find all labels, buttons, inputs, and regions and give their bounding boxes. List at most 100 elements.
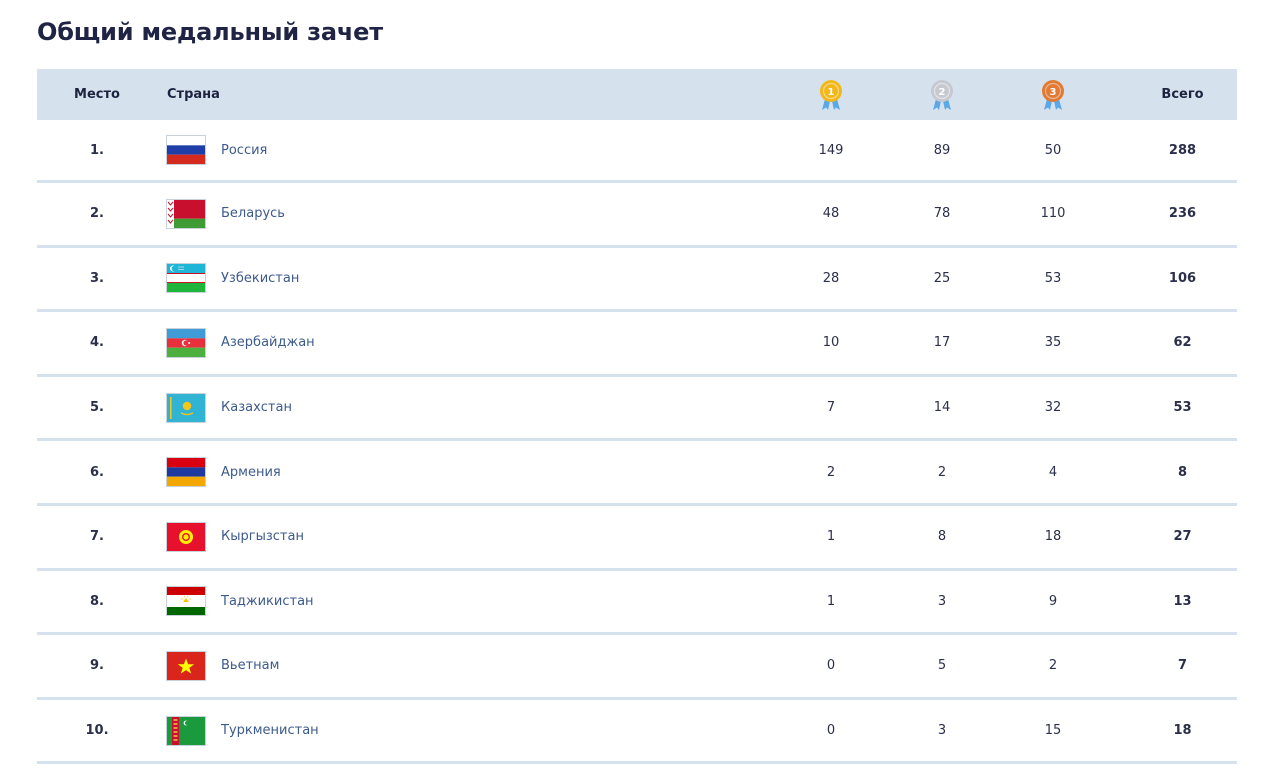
country-link[interactable]: Армения bbox=[221, 465, 281, 480]
gold-count: 10 bbox=[822, 335, 840, 351]
country-cell: Туркменистан bbox=[155, 716, 756, 745]
country-cell: Кыргызстан bbox=[155, 522, 756, 551]
country-link[interactable]: Казахстан bbox=[221, 400, 292, 415]
silver-count: 78 bbox=[933, 206, 951, 222]
silver-count: 8 bbox=[937, 529, 947, 545]
silver-count: 3 bbox=[937, 593, 947, 609]
header-country: Страна bbox=[167, 87, 220, 102]
armenia-flag-icon bbox=[167, 458, 205, 487]
rank-cell: 2. bbox=[90, 206, 104, 222]
country-cell: Вьетнам bbox=[155, 651, 756, 680]
country-cell: Таджикистан bbox=[155, 587, 756, 616]
svg-text:1: 1 bbox=[828, 87, 835, 98]
tajikistan-flag-icon bbox=[167, 587, 205, 616]
gold-count: 0 bbox=[826, 723, 836, 739]
turkmenistan-flag-icon bbox=[167, 716, 205, 745]
country-link[interactable]: Вьетнам bbox=[221, 658, 279, 673]
country-cell: Узбекистан bbox=[155, 264, 756, 293]
total-count: 7 bbox=[1177, 658, 1188, 674]
total-count: 53 bbox=[1173, 400, 1192, 416]
table-row: 6. Армения 2 2 4 8 bbox=[37, 441, 1237, 506]
bronze-count: 50 bbox=[1044, 142, 1062, 158]
bronze-medal-icon: 3 bbox=[1042, 79, 1064, 110]
bronze-count: 53 bbox=[1044, 270, 1062, 286]
country-link[interactable]: Россия bbox=[221, 143, 267, 158]
country-cell: Азербайджан bbox=[155, 328, 756, 357]
silver-count: 3 bbox=[937, 723, 947, 739]
bronze-count: 110 bbox=[1040, 206, 1066, 222]
country-cell: Беларусь bbox=[155, 199, 756, 228]
rank-cell: 7. bbox=[90, 529, 104, 545]
vietnam-flag-icon bbox=[167, 651, 205, 680]
svg-text:2: 2 bbox=[939, 87, 946, 98]
gold-count: 1 bbox=[826, 529, 836, 545]
table-row: 4. Азербайджан 10 17 35 62 bbox=[37, 312, 1237, 377]
country-link[interactable]: Узбекистан bbox=[221, 271, 299, 286]
rank-cell: 10. bbox=[85, 723, 109, 739]
total-count: 8 bbox=[1177, 464, 1188, 480]
total-count: 236 bbox=[1168, 206, 1197, 222]
uzbekistan-flag-icon bbox=[167, 264, 205, 293]
gold-count: 0 bbox=[826, 658, 836, 674]
country-link[interactable]: Туркменистан bbox=[221, 723, 319, 738]
total-count: 288 bbox=[1168, 142, 1197, 158]
silver-count: 5 bbox=[937, 658, 947, 674]
table-row: 5. Казахстан 7 14 32 53 bbox=[37, 377, 1237, 442]
silver-medal-icon: 2 bbox=[931, 79, 953, 110]
bronze-count: 18 bbox=[1044, 529, 1062, 545]
country-link[interactable]: Таджикистан bbox=[221, 594, 314, 609]
header-gold: 1 bbox=[756, 79, 906, 111]
gold-medal-icon: 1 bbox=[820, 79, 842, 110]
gold-count: 2 bbox=[826, 464, 836, 480]
gold-count: 28 bbox=[822, 270, 840, 286]
silver-count: 14 bbox=[933, 400, 951, 416]
kazakhstan-flag-icon bbox=[167, 393, 205, 422]
silver-count: 25 bbox=[933, 270, 951, 286]
bronze-count: 32 bbox=[1044, 400, 1062, 416]
russia-flag-icon bbox=[167, 136, 205, 164]
country-cell: Казахстан bbox=[155, 393, 756, 422]
table-body: 1. Россия 149 89 50 288 2. Беларусь 48 7… bbox=[37, 120, 1237, 765]
table-row: 8. Таджикистан 1 3 9 13 bbox=[37, 571, 1237, 636]
total-count: 27 bbox=[1173, 529, 1192, 545]
azerbaijan-flag-icon bbox=[167, 328, 205, 357]
rank-cell: 4. bbox=[90, 335, 104, 351]
table-row: 3. Узбекистан 28 25 53 106 bbox=[37, 248, 1237, 313]
header-rank: Место bbox=[74, 87, 120, 102]
bronze-count: 9 bbox=[1048, 593, 1058, 609]
header-silver: 2 bbox=[906, 79, 978, 111]
gold-count: 149 bbox=[818, 142, 844, 158]
table-row: 7. Кыргызстан 1 8 18 27 bbox=[37, 506, 1237, 571]
medal-table: Место Страна 1 2 3 Всего 1. Россия 149 8… bbox=[37, 69, 1237, 765]
country-link[interactable]: Кыргызстан bbox=[221, 529, 304, 544]
table-row: 1. Россия 149 89 50 288 bbox=[37, 120, 1237, 183]
bronze-count: 35 bbox=[1044, 335, 1062, 351]
gold-count: 48 bbox=[822, 206, 840, 222]
total-count: 18 bbox=[1173, 723, 1192, 739]
table-row: 10. Туркменистан 0 3 15 18 bbox=[37, 700, 1237, 765]
country-cell: Россия bbox=[155, 136, 756, 164]
silver-count: 17 bbox=[933, 335, 951, 351]
rank-cell: 6. bbox=[90, 464, 104, 480]
table-row: 2. Беларусь 48 78 110 236 bbox=[37, 183, 1237, 248]
rank-cell: 9. bbox=[90, 658, 104, 674]
country-link[interactable]: Беларусь bbox=[221, 206, 285, 221]
silver-count: 89 bbox=[933, 142, 951, 158]
kyrgyzstan-flag-icon bbox=[167, 522, 205, 551]
country-link[interactable]: Азербайджан bbox=[221, 335, 315, 350]
bronze-count: 4 bbox=[1048, 464, 1058, 480]
total-count: 62 bbox=[1173, 335, 1192, 351]
country-cell: Армения bbox=[155, 458, 756, 487]
rank-cell: 8. bbox=[90, 593, 104, 609]
table-row: 9. Вьетнам 0 5 2 7 bbox=[37, 635, 1237, 700]
bronze-count: 15 bbox=[1044, 723, 1062, 739]
belarus-flag-icon bbox=[167, 199, 205, 228]
table-header: Место Страна 1 2 3 Всего bbox=[37, 69, 1237, 120]
gold-count: 1 bbox=[826, 593, 836, 609]
total-count: 106 bbox=[1168, 270, 1197, 286]
gold-count: 7 bbox=[826, 400, 836, 416]
page-title: Общий медальный зачет bbox=[37, 18, 383, 46]
header-total: Всего bbox=[1161, 87, 1204, 102]
rank-cell: 3. bbox=[90, 270, 104, 286]
rank-cell: 1. bbox=[90, 142, 104, 158]
